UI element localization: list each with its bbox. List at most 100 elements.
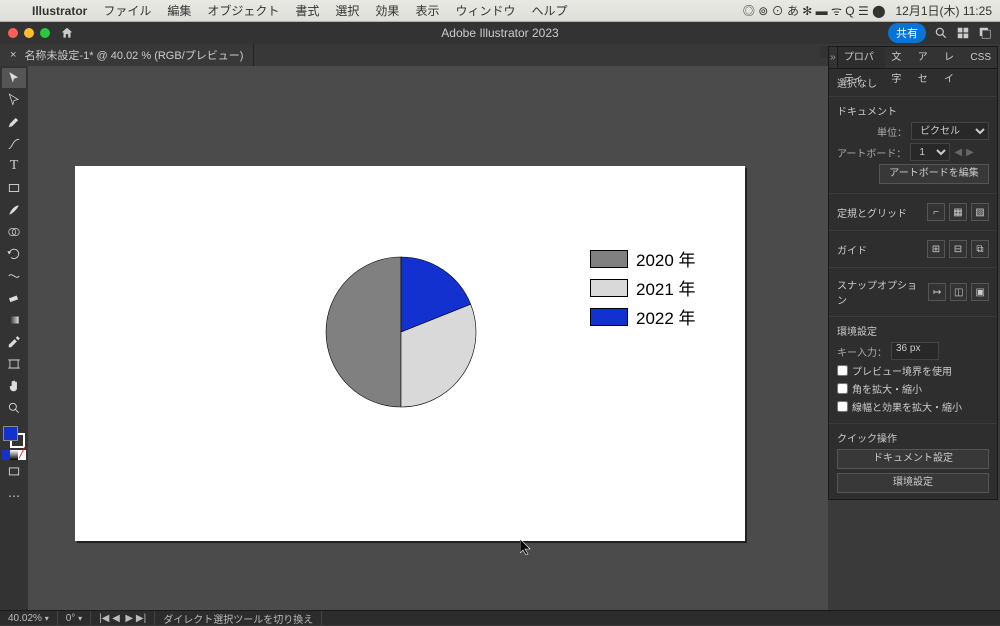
snap-point-icon[interactable]: ↦ xyxy=(928,283,946,301)
screen-mode-tool[interactable] xyxy=(2,462,26,482)
next-artboard-icon[interactable]: ▶ xyxy=(125,613,133,624)
workspace-icon[interactable] xyxy=(978,26,992,40)
smart-guides-icon[interactable]: ⧉ xyxy=(971,240,989,258)
artboard-tool[interactable] xyxy=(2,354,26,374)
menubar-status-icons[interactable]: ◎ ⊚ ⊙ あ ✻ ▬ ᯤ Q ☰ ⬤ xyxy=(743,2,886,19)
legend-item-2022[interactable]: 2022 年 xyxy=(590,304,696,329)
chevron-down-icon[interactable]: ▾ xyxy=(45,614,49,623)
eyedropper-tool[interactable] xyxy=(2,332,26,352)
width-tool[interactable] xyxy=(2,266,26,286)
tab-layers[interactable]: レイ xyxy=(938,47,964,68)
fill-color-icon[interactable] xyxy=(3,426,18,441)
canvas[interactable]: 2020 年 2021 年 2022 年 xyxy=(28,66,828,610)
menu-view[interactable]: 表示 xyxy=(407,2,447,19)
share-button[interactable]: 共有 xyxy=(888,23,926,43)
guides-lock-icon[interactable]: ⊟ xyxy=(949,240,967,258)
tab-properties[interactable]: プロパティ xyxy=(838,47,886,68)
tab-character[interactable]: 文字 xyxy=(885,47,911,68)
rotate-tool[interactable] xyxy=(2,244,26,264)
window-controls[interactable] xyxy=(8,28,50,38)
document-tab[interactable]: × 名称未設定-1* @ 40.02 % (RGB/プレビュー) xyxy=(0,44,254,66)
legend-label: 2020 年 xyxy=(636,246,696,271)
document-setup-button[interactable]: ドキュメント設定 xyxy=(837,449,989,469)
curvature-tool[interactable] xyxy=(2,134,26,154)
edit-artboards-button[interactable]: アートボードを編集 xyxy=(879,164,989,184)
menu-window[interactable]: ウィンドウ xyxy=(447,2,523,19)
menu-edit[interactable]: 編集 xyxy=(159,2,199,19)
artboard-nav[interactable]: |◀ ◀ ▶ ▶| xyxy=(91,611,155,625)
shape-builder-tool[interactable] xyxy=(2,222,26,242)
gradient-tool[interactable] xyxy=(2,310,26,330)
close-window-icon[interactable] xyxy=(8,28,18,38)
guides-header: ガイド xyxy=(837,242,867,257)
tool-hint: ダイレクト選択ツールを切り換え xyxy=(155,611,322,625)
transparency-grid-icon[interactable]: ▨ xyxy=(971,203,989,221)
ruler-visibility-icon[interactable]: ⌐ xyxy=(927,203,945,221)
tab-assets[interactable]: アセ xyxy=(912,47,938,68)
direct-selection-tool[interactable] xyxy=(2,90,26,110)
pen-tool[interactable] xyxy=(2,112,26,132)
checkbox-scale-corners-label: 角を拡大・縮小 xyxy=(852,381,922,396)
units-select[interactable]: ピクセル xyxy=(911,122,989,140)
chart-legend[interactable]: 2020 年 2021 年 2022 年 xyxy=(590,246,696,333)
paintbrush-tool[interactable] xyxy=(2,200,26,220)
hand-tool[interactable] xyxy=(2,376,26,396)
checkbox-preview-bounds[interactable] xyxy=(837,365,848,376)
artboard-next-icon[interactable]: ▶ xyxy=(966,147,974,158)
section-document-header: ドキュメント xyxy=(837,103,989,118)
legend-swatch-icon xyxy=(590,250,628,268)
key-input-field[interactable]: 36 px xyxy=(891,342,939,360)
menu-type[interactable]: 書式 xyxy=(287,2,327,19)
menu-effect[interactable]: 効果 xyxy=(367,2,407,19)
search-icon[interactable] xyxy=(934,26,948,40)
type-tool[interactable]: T xyxy=(2,156,26,176)
grid-visibility-icon[interactable]: ▦ xyxy=(949,203,967,221)
app-bar: Adobe Illustrator 2023 共有 xyxy=(0,22,1000,44)
first-artboard-icon[interactable]: |◀ xyxy=(99,613,109,624)
menu-file[interactable]: ファイル xyxy=(95,2,159,19)
preferences-button[interactable]: 環境設定 xyxy=(837,473,989,493)
checkbox-scale-corners[interactable] xyxy=(837,383,848,394)
panel-collapse-handle[interactable] xyxy=(820,46,828,58)
artboard-prev-icon[interactable]: ◀ xyxy=(954,147,962,158)
menu-select[interactable]: 選択 xyxy=(327,2,367,19)
rectangle-tool[interactable] xyxy=(2,178,26,198)
guides-visibility-icon[interactable]: ⊞ xyxy=(927,240,945,258)
selection-tool[interactable] xyxy=(2,68,26,88)
home-icon[interactable] xyxy=(60,26,74,40)
menubar-clock[interactable]: 12月1日(木) 11:25 xyxy=(896,2,993,19)
tools-panel: T ╱ ⋯ xyxy=(0,66,28,610)
checkbox-scale-strokes[interactable] xyxy=(837,401,848,412)
tab-css[interactable]: CSS xyxy=(964,47,997,68)
eraser-tool[interactable] xyxy=(2,288,26,308)
menu-help[interactable]: ヘルプ xyxy=(523,2,575,19)
fill-stroke-swatch[interactable] xyxy=(3,426,25,448)
pie-slice-2020[interactable] xyxy=(326,257,401,407)
rotate-view[interactable]: 0° ▾ xyxy=(58,611,91,625)
menu-app[interactable]: Illustrator xyxy=(24,4,95,18)
edit-toolbar-icon[interactable]: ⋯ xyxy=(2,486,26,506)
panel-collapse-icon[interactable]: » xyxy=(829,47,838,68)
snap-grid-icon[interactable]: ◫ xyxy=(950,283,968,301)
arrange-icon[interactable] xyxy=(956,26,970,40)
chevron-down-icon[interactable]: ▾ xyxy=(78,614,82,623)
artboard-select[interactable]: 1 xyxy=(910,143,950,161)
last-artboard-icon[interactable]: ▶| xyxy=(136,613,146,624)
units-label: 単位： xyxy=(877,124,907,139)
artboard[interactable]: 2020 年 2021 年 2022 年 xyxy=(75,166,745,541)
minimize-window-icon[interactable] xyxy=(24,28,34,38)
snap-options-header: スナップオプション xyxy=(837,277,924,307)
color-mode-row[interactable]: ╱ xyxy=(2,450,26,460)
snap-pixel-icon[interactable]: ▣ xyxy=(971,283,989,301)
zoom-level[interactable]: 40.02% ▾ xyxy=(0,611,58,625)
menu-object[interactable]: オブジェクト xyxy=(199,2,287,19)
legend-label: 2021 年 xyxy=(636,275,696,300)
legend-item-2021[interactable]: 2021 年 xyxy=(590,275,696,300)
legend-item-2020[interactable]: 2020 年 xyxy=(590,246,696,271)
prev-artboard-icon[interactable]: ◀ xyxy=(112,613,120,624)
pie-chart[interactable] xyxy=(325,256,477,408)
zoom-window-icon[interactable] xyxy=(40,28,50,38)
zoom-tool[interactable] xyxy=(2,398,26,418)
section-prefs-header: 環境設定 xyxy=(837,323,989,338)
close-tab-icon[interactable]: × xyxy=(10,49,16,61)
